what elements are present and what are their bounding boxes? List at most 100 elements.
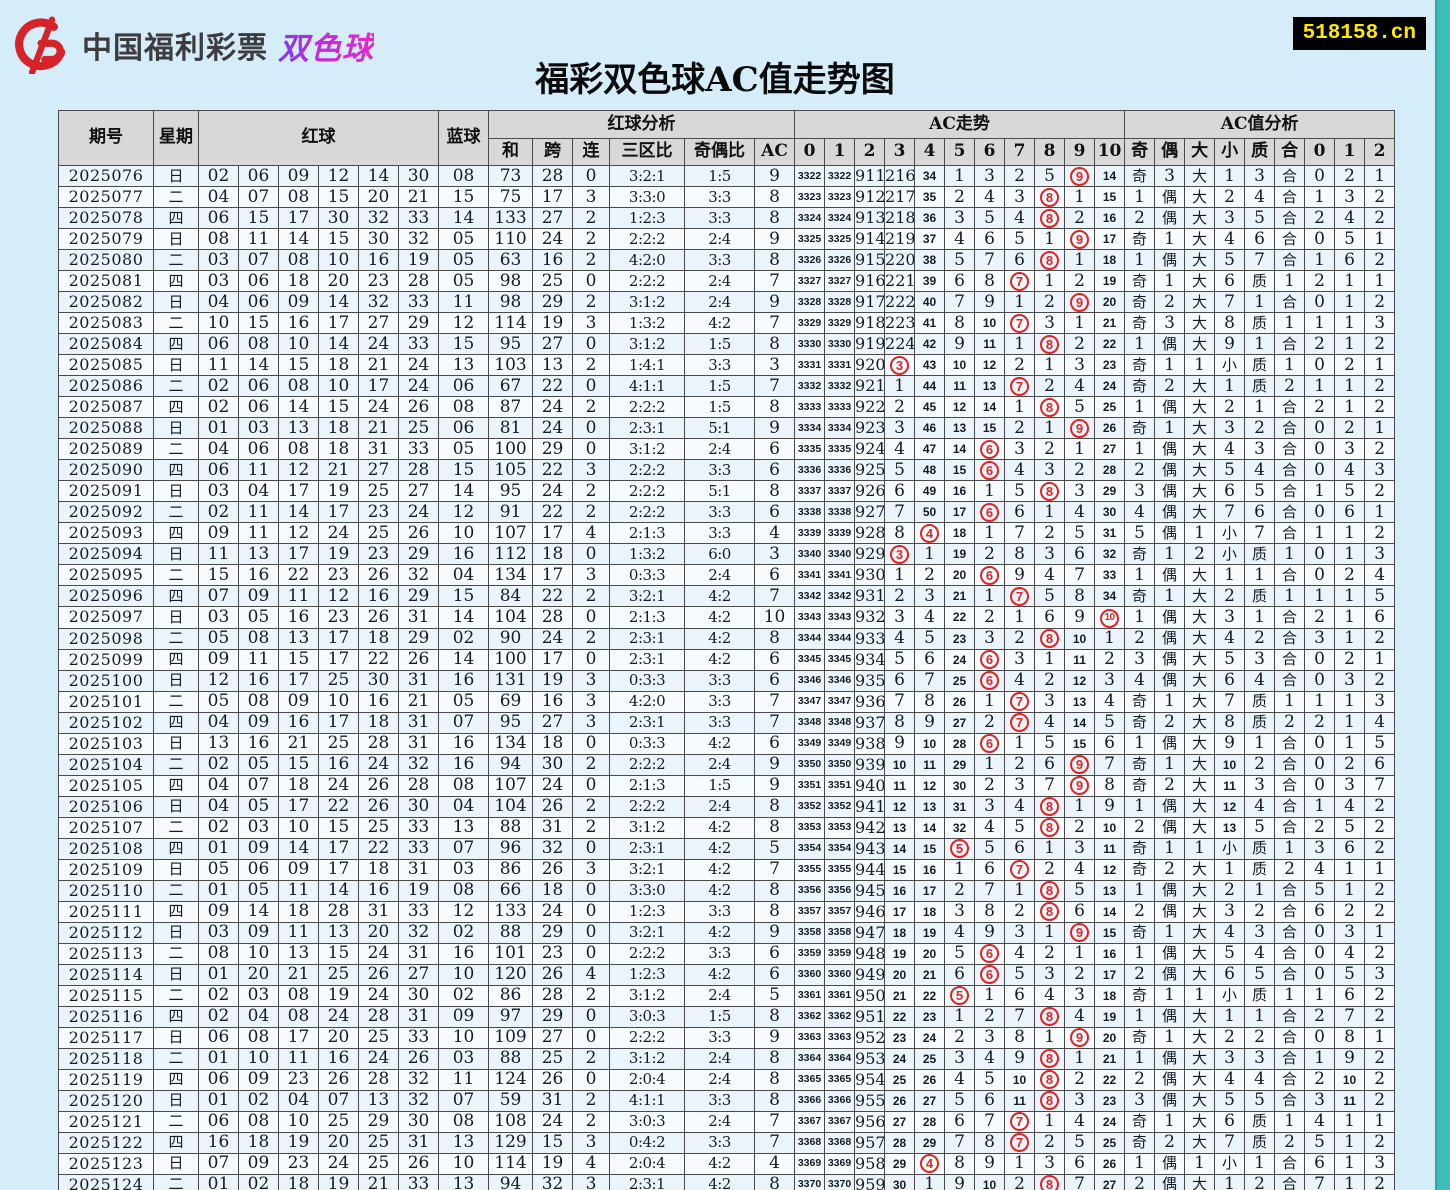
sum-cell: 96 xyxy=(488,837,534,860)
odd-even-ratio-cell: 3:3 xyxy=(684,690,756,713)
ac-trend-cell: 933 xyxy=(854,627,886,650)
consecutive-cell: 0 xyxy=(572,333,611,355)
ac-trend-cell: 3338 xyxy=(824,501,856,523)
ac-analysis-cell: 大 xyxy=(1184,606,1216,629)
ac-trend-cell: 3369 xyxy=(794,1152,826,1175)
ac-analysis-cell: 1 xyxy=(1244,879,1276,902)
period-cell: 2025119 xyxy=(58,1068,154,1091)
ac-trend-cell: 1 xyxy=(1004,291,1036,313)
ac-trend-cell: 218 xyxy=(884,207,916,229)
ac-value-cell: 6 xyxy=(754,501,796,523)
ac-trend-cell: 8 xyxy=(944,1152,976,1175)
ac-analysis-cell: 合 xyxy=(1274,1026,1306,1049)
ac-trend-cell: 24 xyxy=(914,1026,946,1049)
period-cell: 2025113 xyxy=(58,942,154,965)
ac-trend-cell: 17 xyxy=(1094,963,1126,986)
red-ball-cell: 04 xyxy=(198,774,239,797)
red-ball-cell: 16 xyxy=(358,690,399,713)
ac-hit-circle: 6 xyxy=(980,965,1000,984)
zone-ratio-cell: 1:2:3 xyxy=(609,207,686,229)
ac-trend-cell: 940 xyxy=(854,774,886,797)
sum-cell: 110 xyxy=(488,228,534,250)
ac-trend-cell: 5 xyxy=(1064,1131,1096,1154)
ac-analysis-cell: 偶 xyxy=(1154,249,1186,271)
ac-analysis-cell: 1 xyxy=(1124,1152,1156,1175)
ac-trend-cell: 3328 xyxy=(794,291,826,313)
ac-trend-cell: 8 xyxy=(1094,774,1126,797)
ac-analysis-cell: 小 xyxy=(1214,1152,1246,1175)
ac-trend-cell: 3334 xyxy=(794,417,826,439)
ac-analysis-cell: 大 xyxy=(1184,711,1216,734)
ac-trend-cell: 22 xyxy=(884,1005,916,1028)
ac-trend-cell: 3329 xyxy=(794,312,826,334)
red-ball-cell: 16 xyxy=(358,585,399,607)
ac-trend-cell: 922 xyxy=(854,396,886,418)
red-ball-cell: 30 xyxy=(318,207,359,229)
ac-analysis-cell: 大 xyxy=(1184,564,1216,586)
ac-analysis-cell: 1 xyxy=(1274,270,1306,292)
table-row: 2025121 二 06 08 10 25 29 30 08 108 24 2 3:0:3 2:4 7 336… xyxy=(58,1110,1396,1133)
zone-ratio-cell: 4:2:0 xyxy=(609,690,686,713)
ac-trend-cell: 10 xyxy=(974,312,1006,334)
sum-cell: 133 xyxy=(488,207,534,229)
ac-trend-cell: 953 xyxy=(854,1047,886,1070)
consecutive-cell: 2 xyxy=(572,480,611,502)
ac-analysis-cell: 1 xyxy=(1274,354,1306,376)
ac-trend-cell: 9 xyxy=(1064,417,1096,439)
ac-trend-cell: 3341 xyxy=(794,564,826,586)
ac-trend-cell: 3354 xyxy=(824,837,856,860)
ac-trend-cell: 37 xyxy=(914,228,946,250)
span-cell: 32 xyxy=(532,837,574,860)
red-ball-cell: 31 xyxy=(397,1131,440,1154)
ac-analysis-cell: 1 xyxy=(1334,1173,1366,1190)
ac-trend-cell: 6 xyxy=(974,732,1006,755)
sum-cell: 88 xyxy=(488,816,534,839)
sum-cell: 95 xyxy=(488,480,534,502)
ac-trend-cell: 3346 xyxy=(794,669,826,692)
ac-analysis-cell: 2 xyxy=(1304,1068,1336,1091)
red-ball-cell: 25 xyxy=(318,1110,359,1133)
red-ball-cell: 02 xyxy=(238,1089,279,1112)
ac-trend-cell: 13 xyxy=(884,816,916,839)
sum-cell: 114 xyxy=(488,1152,534,1175)
ac-trend-cell: 2 xyxy=(1034,669,1066,692)
ac-analysis-cell: 1 xyxy=(1334,312,1366,334)
ac-trend-cell: 1 xyxy=(1034,648,1066,671)
sum-cell: 124 xyxy=(488,1068,534,1091)
col-header-analysis-6: 0 xyxy=(1304,138,1336,166)
ac-analysis-cell: 大 xyxy=(1184,963,1216,986)
ac-trend-cell: 2 xyxy=(944,1026,976,1049)
red-ball-cell: 06 xyxy=(238,291,279,313)
ac-value-cell: 9 xyxy=(754,921,796,944)
ac-analysis-cell: 合 xyxy=(1274,228,1306,250)
period-cell: 2025096 xyxy=(58,585,154,607)
blue-ball-cell: 04 xyxy=(438,795,490,818)
ac-trend-cell: 36 xyxy=(914,207,946,229)
ac-analysis-cell: 奇 xyxy=(1124,690,1156,713)
col-header-analysis-2: 大 xyxy=(1184,138,1216,166)
zone-ratio-cell: 2:1:3 xyxy=(609,606,686,629)
red-ball-cell: 32 xyxy=(397,228,440,250)
ac-analysis-cell: 偶 xyxy=(1154,963,1186,986)
red-ball-cell: 32 xyxy=(397,921,440,944)
odd-even-ratio-cell: 4:2 xyxy=(684,585,756,607)
ac-trend-cell: 2 xyxy=(1034,375,1066,397)
ac-hit-circle: 7 xyxy=(1010,1112,1030,1131)
ac-trend-cell: 5 xyxy=(1034,165,1066,187)
span-cell: 24 xyxy=(532,417,574,439)
period-cell: 2025110 xyxy=(58,879,154,902)
ac-hit-circle: 9 xyxy=(1070,1028,1090,1047)
ac-analysis-cell: 0 xyxy=(1304,753,1336,776)
ac-trend-cell: 3353 xyxy=(794,816,826,839)
red-ball-cell: 13 xyxy=(198,732,239,755)
table-row: 2025100 日 12 16 17 25 30 31 16 131 19 3 0:3:3 3:3 6 334… xyxy=(58,669,1396,692)
ac-value-cell: 7 xyxy=(754,858,796,881)
ac-hit-circle: 6 xyxy=(980,734,1000,753)
zone-ratio-cell: 0:3:3 xyxy=(609,669,686,692)
ac-trend-cell: 954 xyxy=(854,1068,886,1091)
red-ball-cell: 31 xyxy=(397,858,440,881)
span-cell: 28 xyxy=(532,984,574,1007)
ac-trend-cell: 3342 xyxy=(824,585,856,607)
blue-ball-cell: 13 xyxy=(438,354,490,376)
ac-trend-cell: 27 xyxy=(914,1089,946,1112)
